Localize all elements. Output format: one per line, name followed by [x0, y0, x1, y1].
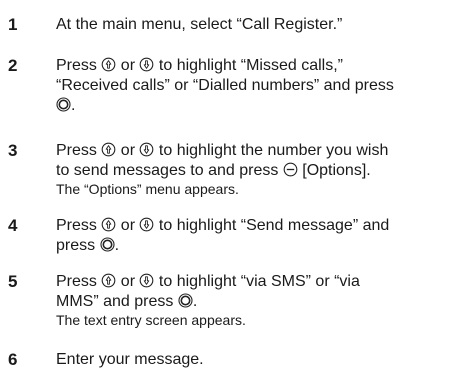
- instruction-text: or: [116, 142, 140, 159]
- instruction-text: .: [114, 237, 120, 254]
- step-number: 1: [8, 15, 18, 34]
- instruction-text: .: [71, 97, 76, 114]
- step-text: Press or to highlight “Send message” and…: [56, 216, 466, 256]
- center-key-icon: [56, 97, 71, 112]
- instruction-text: “Received calls” or “Dialled numbers” an…: [56, 77, 394, 94]
- step-text: Press or to highlight the number you wis…: [56, 141, 466, 198]
- step-number: 4: [8, 216, 18, 235]
- nav-up-icon: [101, 217, 116, 232]
- step-text: Enter your message.: [56, 350, 466, 370]
- step-number: 2: [8, 56, 18, 75]
- instruction-text: to highlight “via SMS” or “via: [154, 273, 360, 290]
- step-number: 5: [8, 272, 18, 291]
- center-key-icon: [100, 237, 115, 252]
- step-text: At the main menu, select “Call Register.…: [56, 15, 466, 35]
- instruction-text: Press: [56, 217, 102, 234]
- step-instruction: At the main menu, select “Call Register.…: [56, 15, 466, 35]
- instruction-text: to send messages to and press: [56, 162, 283, 179]
- nav-down-icon: [139, 273, 154, 288]
- instruction-text: MMS” and press: [56, 293, 178, 310]
- instruction-text: or: [116, 273, 140, 290]
- nav-up-icon: [101, 273, 116, 288]
- instruction-text: or: [116, 57, 140, 74]
- step-number: 3: [8, 141, 18, 160]
- instruction-text: Enter your message.: [56, 351, 204, 368]
- instruction-text: to highlight “Send message” and: [154, 217, 390, 234]
- step-text: Press or to highlight “Missed calls,” “Re…: [56, 56, 466, 116]
- nav-down-icon: [139, 217, 154, 232]
- instruction-text: press: [56, 237, 100, 254]
- instruction-text: At the main menu, select “Call Register.…: [56, 16, 343, 33]
- instruction-text: to highlight the number you wish: [154, 142, 389, 159]
- step-instruction: Press or to highlight “Missed calls,” “Re…: [56, 56, 466, 116]
- soft-key-icon: [283, 162, 298, 177]
- nav-down-icon: [139, 142, 154, 157]
- center-key-icon: [178, 293, 193, 308]
- instruction-list: 1 At the main menu, select “Call Registe…: [0, 0, 473, 378]
- step-instruction: Press or to highlight “Send message” and…: [56, 216, 466, 256]
- step-note: The “Options” menu appears.: [56, 181, 239, 197]
- step-number: 6: [8, 350, 18, 369]
- instruction-text: to highlight “Missed calls,”: [154, 57, 343, 74]
- step-instruction: Enter your message.: [56, 350, 466, 370]
- instruction-text: or: [116, 217, 140, 234]
- instruction-text: .: [192, 293, 198, 310]
- step-text: Press or to highlight “via SMS” or “via M…: [56, 272, 466, 329]
- instruction-text: Press: [56, 273, 102, 290]
- instruction-text: [Options].: [297, 162, 371, 179]
- step-instruction: Press or to highlight the number you wis…: [56, 141, 466, 181]
- nav-up-icon: [101, 57, 116, 72]
- instruction-text: Press: [56, 57, 102, 74]
- nav-up-icon: [101, 142, 116, 157]
- instruction-text: Press: [56, 142, 102, 159]
- nav-down-icon: [139, 57, 154, 72]
- step-instruction: Press or to highlight “via SMS” or “via M…: [56, 272, 466, 312]
- step-note: The text entry screen appears.: [56, 312, 246, 328]
